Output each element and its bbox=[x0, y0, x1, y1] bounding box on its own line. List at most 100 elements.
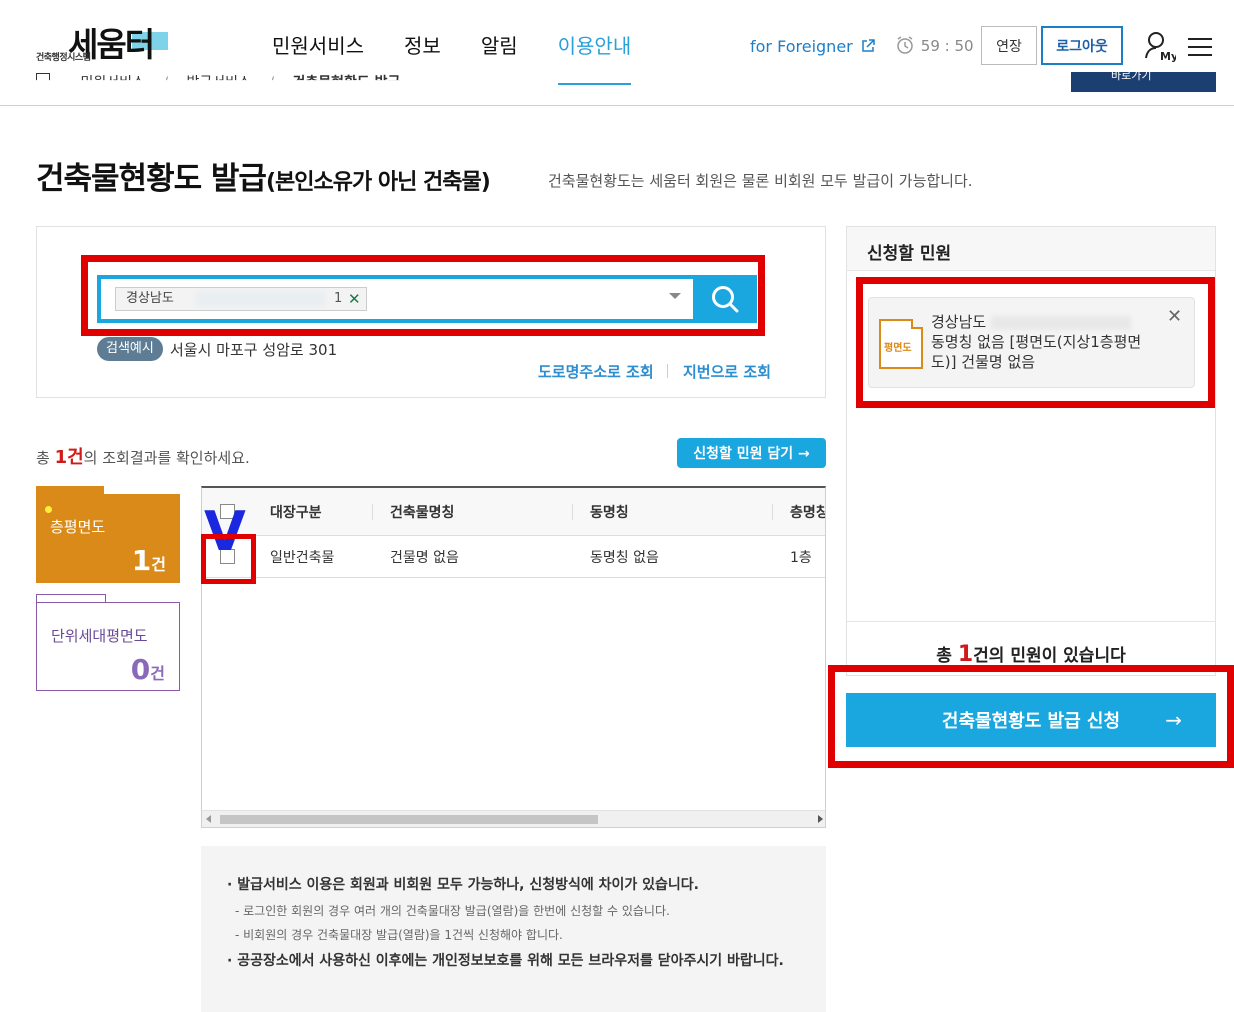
link-divider bbox=[667, 364, 668, 378]
svg-text:My: My bbox=[1160, 50, 1176, 62]
road-address-search-link[interactable]: 도로명주소로 조회 bbox=[538, 361, 654, 382]
horizontal-scrollbar[interactable] bbox=[202, 810, 825, 827]
result-count: 총 1건의 조회결과를 확인하세요. bbox=[36, 443, 250, 469]
nav-info[interactable]: 정보 bbox=[404, 30, 441, 85]
breadcrumb-item[interactable]: 발급서비스 bbox=[186, 75, 250, 80]
floor-plan-document-icon: 평면도 bbox=[879, 319, 923, 369]
clock-icon bbox=[897, 36, 913, 54]
chevron-down-icon[interactable] bbox=[669, 293, 681, 299]
result-table: 대장구분 건축물명칭 동명칭 층명칭 일반건축물 건물명 없음 동명칭 없음 1… bbox=[201, 486, 826, 828]
cart-total-count: 1 bbox=[957, 642, 974, 667]
cart-total: 총 1건의 민원이 있습니다 bbox=[847, 641, 1215, 667]
extend-session-button[interactable]: 연장 bbox=[981, 26, 1037, 65]
search-button[interactable] bbox=[693, 275, 757, 323]
category-label: 층평면도 bbox=[50, 518, 106, 536]
scrollbar-thumb[interactable] bbox=[220, 815, 598, 824]
cart-title: 신청할 민원 bbox=[847, 227, 1215, 271]
home-icon[interactable] bbox=[36, 73, 50, 81]
address-search-box: 경상남도 1 ✕ bbox=[97, 275, 757, 323]
cell-floor-name: 1층 bbox=[790, 549, 812, 566]
site-header: 세움터 건축행정시스템 민원서비스 정보 알림 이용안내 for Foreign… bbox=[0, 0, 1234, 106]
masked-address bbox=[196, 291, 326, 307]
scroll-right-icon[interactable] bbox=[818, 815, 823, 823]
logout-button[interactable]: 로그아웃 bbox=[1041, 26, 1123, 65]
arrow-right-icon: → bbox=[1165, 708, 1182, 732]
category-count: 1건 bbox=[132, 544, 166, 577]
table-header: 대장구분 건축물명칭 동명칭 층명칭 bbox=[202, 488, 826, 536]
category-floor-plan[interactable]: 층평면도 1건 bbox=[36, 486, 180, 583]
remove-item-icon[interactable]: ✕ bbox=[1167, 306, 1182, 327]
timer-value: 59 : 50 bbox=[920, 37, 974, 55]
cart-item: 평면도 경상남도 동명칭 없음 [평면도(지상1층평면도)] 건물명 없음 ✕ bbox=[868, 297, 1195, 388]
cell-building-name: 건물명 없음 bbox=[390, 549, 459, 566]
cell-dong-name: 동명칭 없음 bbox=[590, 549, 659, 566]
scroll-left-icon[interactable] bbox=[206, 815, 211, 823]
issue-button-label: 건축물현황도 발급 신청 bbox=[941, 711, 1121, 732]
category-count-number: 1 bbox=[131, 544, 152, 577]
column-divider bbox=[372, 504, 373, 520]
page-title-paren: (본인소유가 아닌 건축물) bbox=[265, 170, 491, 195]
selected-dot bbox=[45, 506, 52, 513]
cart-total-suffix: 건의 민원이 있습니다 bbox=[973, 646, 1126, 666]
external-link-icon bbox=[862, 39, 875, 52]
page-title-main: 건축물현황도 발급 bbox=[36, 161, 267, 197]
notice-line: · 공공장소에서 사용하신 이후에는 개인정보보호를 위해 모든 브라우저를 닫… bbox=[227, 953, 784, 969]
notice-subline: - 로그인한 회원의 경우 여러 개의 건축물대장 발급(열람)을 한번에 신청… bbox=[235, 904, 670, 918]
address-chip-number: 1 bbox=[334, 291, 343, 306]
category-count-unit: 건 bbox=[151, 555, 166, 574]
nav-notice[interactable]: 알림 bbox=[481, 30, 518, 85]
for-foreigner-label: for Foreigner bbox=[750, 37, 853, 56]
card-body: 단위세대평면도 0건 bbox=[36, 602, 180, 691]
nav-usage-guide[interactable]: 이용안내 bbox=[557, 30, 632, 85]
category-count: 0건 bbox=[131, 653, 165, 686]
masked-address bbox=[990, 315, 1131, 330]
logo-subtitle: 건축행정시스템 bbox=[36, 53, 91, 63]
request-cart-panel: 신청할 민원 평면도 경상남도 동명칭 없음 [평면도(지상1층평면도)] 건물… bbox=[846, 226, 1216, 676]
result-count-number: 1건 bbox=[54, 447, 84, 468]
page-description: 건축물현황도는 세움터 회원은 물론 비회원 모두 발급이 가능합니다. bbox=[548, 172, 973, 190]
category-unit-floor-plan[interactable]: 단위세대평면도 0건 bbox=[36, 594, 180, 691]
search-example-text: 서울시 마포구 성암로 301 bbox=[170, 341, 338, 359]
notice-line: · 발급서비스 이용은 회원과 비회원 모두 가능하나, 신청방식에 차이가 있… bbox=[227, 877, 699, 893]
column-header-floor-name: 층명칭 bbox=[790, 504, 826, 521]
column-header-register-type: 대장구분 bbox=[270, 504, 322, 521]
column-divider bbox=[572, 504, 573, 520]
add-to-request-button[interactable]: 신청할 민원 담기 → bbox=[677, 438, 826, 468]
category-count-number: 0 bbox=[130, 653, 151, 686]
session-timer: 59 : 50 bbox=[896, 36, 974, 55]
category-count-unit: 건 bbox=[150, 664, 165, 683]
search-example-tag: 검색예시 bbox=[97, 337, 163, 361]
issue-request-button[interactable]: 건축물현황도 발급 신청 → bbox=[846, 693, 1216, 747]
for-foreigner-link[interactable]: for Foreigner bbox=[750, 37, 875, 56]
address-chip-text: 경상남도 bbox=[126, 291, 174, 306]
cart-total-prefix: 총 bbox=[936, 646, 958, 666]
quick-link-select[interactable]: 바로가기 bbox=[1071, 72, 1216, 92]
search-input[interactable]: 경상남도 1 ✕ bbox=[101, 279, 693, 319]
column-divider bbox=[772, 504, 773, 520]
cart-item-detail: 동명칭 없음 [평면도(지상1층평면도)] 건물명 없음 bbox=[931, 333, 1142, 371]
seumteo-logo[interactable]: 세움터 건축행정시스템 bbox=[36, 18, 186, 68]
breadcrumb-item[interactable]: 민원서비스 bbox=[80, 75, 144, 80]
address-chip: 경상남도 1 ✕ bbox=[115, 287, 367, 311]
page-title: 건축물현황도 발급(본인소유가 아닌 건축물) bbox=[36, 153, 491, 198]
category-label: 단위세대평면도 bbox=[51, 627, 148, 645]
document-label: 평면도 bbox=[884, 343, 912, 354]
chip-remove-icon[interactable]: ✕ bbox=[348, 288, 361, 310]
column-header-dong-name: 동명칭 bbox=[590, 504, 629, 521]
card-body: 층평면도 1건 bbox=[36, 494, 180, 583]
row-checkbox[interactable] bbox=[220, 549, 235, 564]
hamburger-menu-icon[interactable] bbox=[1188, 38, 1212, 56]
cart-divider bbox=[847, 621, 1215, 622]
table-row[interactable]: 일반건축물 건물명 없음 동명칭 없음 1층 bbox=[202, 536, 825, 578]
my-page-icon[interactable]: My bbox=[1144, 30, 1176, 62]
lot-number-search-link[interactable]: 지번으로 조회 bbox=[683, 361, 771, 382]
service-notice: · 발급서비스 이용은 회원과 비회원 모두 가능하나, 신청방식에 차이가 있… bbox=[201, 846, 826, 1012]
result-count-prefix: 총 bbox=[36, 449, 55, 467]
column-header-building-name: 건축물명칭 bbox=[390, 504, 455, 521]
cart-item-address: 경상남도 bbox=[931, 313, 987, 331]
select-all-checkbox[interactable] bbox=[220, 504, 235, 519]
cart-item-text: 경상남도 동명칭 없음 [평면도(지상1층평면도)] 건물명 없음 bbox=[931, 312, 1161, 372]
notice-subline: - 비회원의 경우 건축물대장 발급(열람)을 1건씩 신청해야 합니다. bbox=[235, 928, 563, 942]
search-icon bbox=[712, 286, 739, 313]
result-count-suffix: 의 조회결과를 확인하세요. bbox=[83, 449, 250, 467]
